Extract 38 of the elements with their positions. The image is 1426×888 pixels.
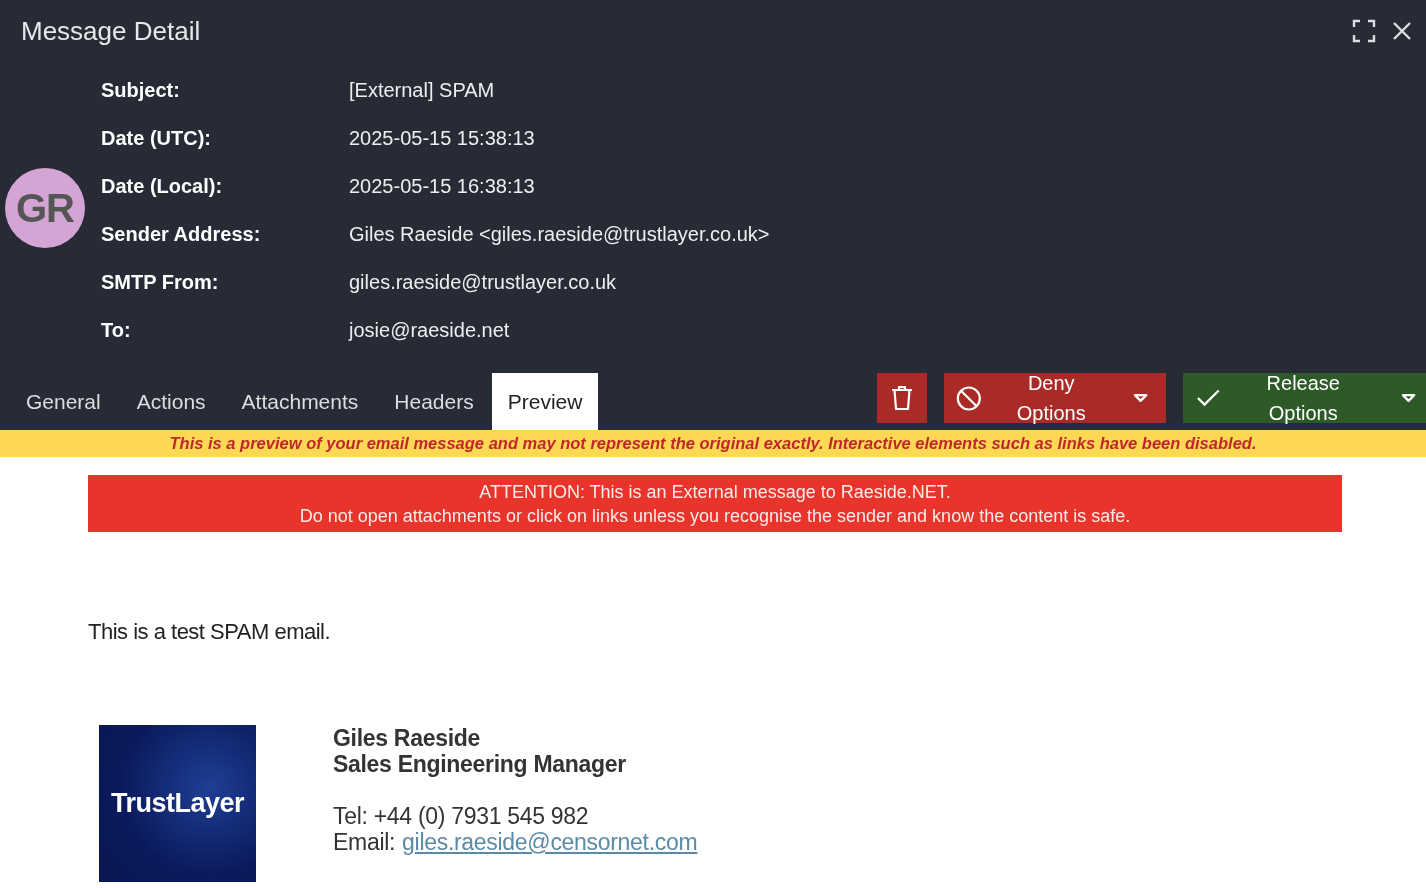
email-body-text: This is a test SPAM email. [88, 618, 332, 646]
field-value: [External] SPAM [349, 78, 495, 103]
checkmark-icon [1197, 389, 1220, 407]
tab[interactable]: Headers [376, 373, 492, 430]
field-label: Sender Address: [101, 222, 262, 247]
field-label: Date (Local): [101, 174, 224, 199]
tab[interactable]: Attachments [223, 373, 377, 430]
prohibited-icon [956, 384, 982, 412]
deny-options-button[interactable]: Deny Options [944, 373, 1166, 423]
field-value: giles.raeside@trustlayer.co.uk [349, 270, 617, 295]
release-options-button[interactable]: Release Options [1183, 373, 1426, 423]
field-value: 2025-05-15 16:38:13 [349, 174, 535, 199]
field-label: SMTP From: [101, 270, 220, 295]
email-link[interactable]: giles.raeside@censornet.com [402, 829, 698, 855]
delete-button[interactable] [877, 373, 927, 423]
tab[interactable]: Actions [118, 373, 224, 430]
tab[interactable]: Preview [491, 373, 599, 430]
email-label: Email: [333, 829, 396, 855]
tab[interactable]: General [8, 373, 119, 430]
logo: TrustLayer [99, 725, 256, 882]
signature-role: Sales Engineering Manager [333, 751, 627, 777]
window-title: Message Detail [21, 14, 201, 48]
close-icon[interactable] [1392, 21, 1412, 41]
field-label: Subject: [101, 78, 181, 103]
field-value: 2025-05-15 15:38:13 [349, 126, 535, 151]
caret-icon [1132, 393, 1148, 403]
signature-name: Giles Raeside [333, 725, 481, 751]
field-value: josie@raeside.net [349, 318, 510, 343]
field-label: To: [101, 318, 132, 343]
trash-icon [891, 385, 913, 411]
fullscreen-icon[interactable] [1352, 19, 1376, 43]
avatar: GR [5, 168, 85, 248]
field-value: Giles Raeside <giles.raeside@trustlayer.co.uk> [349, 222, 770, 247]
signature-phone: Tel: +44 (0) 7931 545 982 [333, 803, 590, 829]
preview-notice: This is a preview of your email message and may not represent the original exactly. Interactive elements such as links have been disabled. [0, 430, 1426, 457]
caret-icon [1400, 393, 1416, 403]
field-label: Date (UTC): [101, 126, 212, 151]
warning-banner: ATTENTION: This is an External message to Raeside.NET. Do not open attachments or click on links unless you recognise the sender and know the content is safe. [88, 475, 1342, 532]
